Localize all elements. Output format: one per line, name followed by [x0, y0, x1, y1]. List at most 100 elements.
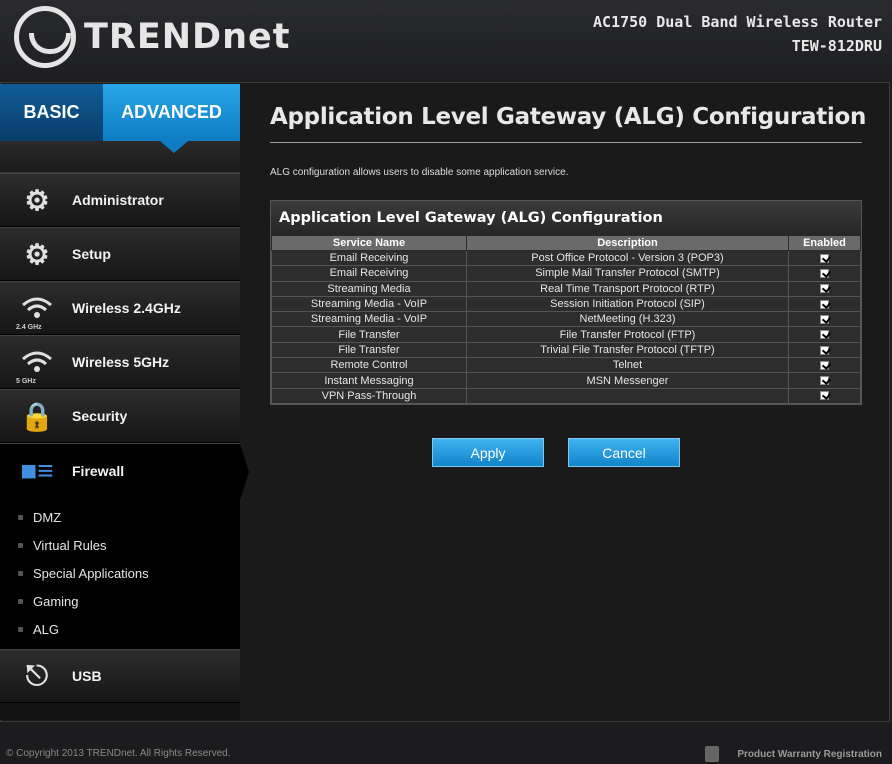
sidebar-item-usb[interactable]: ⎋ USB: [0, 649, 240, 703]
subnav-label: DMZ: [33, 509, 62, 525]
enabled-cell: [788, 280, 861, 297]
enabled-checkbox[interactable]: [820, 269, 829, 279]
table-row: Instant Messaging MSN Messenger: [271, 372, 861, 389]
description-cell: MSN Messenger: [466, 372, 789, 389]
firewall-subnav: DMZ Virtual Rules Special Applications G…: [0, 499, 240, 649]
sidebar-item-setup[interactable]: ⚙ Setup: [0, 227, 240, 281]
band-badge: 5 GHz: [16, 378, 36, 385]
sidebar-item-security[interactable]: 🔒 Security: [0, 389, 240, 443]
product-line: AC1750 Dual Band Wireless Router: [593, 13, 882, 31]
tab-advanced[interactable]: ADVANCED: [103, 84, 240, 153]
subnav-label: Gaming: [33, 593, 79, 609]
subnav-item-alg[interactable]: ALG: [0, 615, 240, 643]
enabled-checkbox[interactable]: [820, 376, 829, 386]
tab-basic[interactable]: BASIC: [0, 84, 103, 141]
bullet-icon: [18, 542, 23, 548]
enabled-checkbox[interactable]: [820, 391, 829, 401]
sidebar-item-wireless-5[interactable]: 5 GHz Wireless 5GHz: [0, 335, 240, 389]
subnav-item-virtual-rules[interactable]: Virtual Rules: [0, 531, 240, 559]
table-row: Email Receiving Simple Mail Transfer Prot…: [271, 265, 861, 282]
copyright-text: © Copyright 2013 TRENDnet. All Rights Re…: [6, 748, 231, 759]
brand-logo: TRENDnet: [14, 6, 290, 68]
enabled-checkbox[interactable]: [820, 314, 829, 324]
enabled-checkbox[interactable]: [820, 345, 829, 355]
table-row: Streaming Media - VoIP NetMeeting (H.323): [271, 311, 861, 328]
sidebar: BASIC ADVANCED ⚙ Administrator ⚙ Setup 2…: [0, 84, 249, 720]
sidebar-item-wireless-24[interactable]: 2.4 GHz Wireless 2.4GHz: [0, 281, 240, 335]
main-content: Application Level Gateway (ALG) Configur…: [258, 100, 878, 467]
administrator-icon: ⚙: [24, 184, 50, 216]
apply-button[interactable]: Apply: [432, 438, 544, 467]
band-badge: 2.4 GHz: [16, 324, 42, 331]
mode-tabs: BASIC ADVANCED: [0, 84, 240, 153]
sidebar-item-label: Firewall: [72, 463, 125, 479]
table-title: Application Level Gateway (ALG) Configur…: [271, 201, 861, 235]
enabled-checkbox[interactable]: [820, 330, 829, 340]
enabled-checkbox[interactable]: [820, 253, 829, 263]
trendnet-badge-icon: [705, 746, 720, 762]
sidebar-item-label: Security: [72, 408, 128, 424]
sidebar-item-label: USB: [72, 668, 102, 684]
sidebar-item-firewall[interactable]: ■≡ Firewall: [0, 443, 249, 500]
table-row: File Transfer File Transfer Protocol (FTP…: [271, 326, 861, 343]
sidebar-item-label: Setup: [72, 246, 111, 262]
usb-icon: ⎋: [25, 659, 49, 691]
action-buttons: Apply Cancel: [432, 438, 680, 467]
enabled-checkbox[interactable]: [820, 284, 829, 294]
enabled-cell: [788, 341, 861, 359]
enabled-cell: [788, 295, 861, 313]
table-row: VPN Pass-Through: [271, 387, 861, 404]
lock-key-icon: 🔒: [19, 400, 55, 432]
description-cell: Real Time Transport Protocol (RTP): [466, 280, 789, 297]
sidebar-item-label: Administrator: [72, 192, 164, 208]
service-name-cell: File Transfer: [271, 326, 467, 343]
sidebar-item-label: Wireless 2.4GHz: [72, 300, 181, 316]
sidebar-item-administrator[interactable]: ⚙ Administrator: [0, 173, 240, 227]
wifi-glyph: [22, 351, 52, 372]
warranty-link[interactable]: Product Warranty Registration: [705, 746, 882, 762]
enabled-cell: [788, 357, 861, 374]
description-cell: Telnet: [466, 357, 789, 374]
table-row: Streaming Media Real Time Transport Proto…: [271, 280, 861, 297]
subnav-label: ALG: [33, 621, 60, 637]
bullet-icon: [18, 598, 23, 604]
enabled-checkbox[interactable]: [820, 299, 829, 309]
enabled-checkbox[interactable]: [820, 360, 829, 370]
title-divider: [270, 142, 862, 143]
description-cell: Session Initiation Protocol (SIP): [466, 295, 789, 313]
enabled-cell: [788, 372, 861, 389]
service-name-cell: Streaming Media - VoIP: [271, 311, 467, 328]
product-info: AC1750 Dual Band Wireless Router TEW-812…: [593, 10, 882, 58]
table-row: File Transfer Trivial File Transfer Proto…: [271, 341, 861, 359]
service-name-cell: Streaming Media - VoIP: [271, 295, 467, 313]
enabled-cell: [788, 265, 861, 282]
bullet-icon: [18, 570, 23, 576]
description-cell: File Transfer Protocol (FTP): [466, 326, 789, 343]
model-number: TEW-812DRU: [791, 37, 882, 55]
enabled-cell: [788, 249, 861, 267]
description-cell: [466, 387, 789, 404]
subnav-label: Special Applications: [33, 565, 149, 581]
column-header-description: Description: [466, 235, 789, 251]
table-row: Remote Control Telnet: [271, 357, 861, 374]
subnav-item-special-applications[interactable]: Special Applications: [0, 559, 240, 587]
footer: © Copyright 2013 TRENDnet. All Rights Re…: [0, 738, 892, 764]
enabled-cell: [788, 387, 861, 404]
intro-text: ALG configuration allows users to disabl…: [270, 167, 569, 178]
description-cell: Trivial File Transfer Protocol (TFTP): [466, 341, 789, 359]
alg-table: Service Name Description Enabled Email R…: [271, 235, 861, 404]
service-name-cell: Email Receiving: [271, 265, 467, 282]
table-header-row: Service Name Description Enabled: [271, 235, 861, 251]
subnav-item-gaming[interactable]: Gaming: [0, 587, 240, 615]
tab-spacer: [0, 141, 240, 173]
enabled-cell: [788, 311, 861, 328]
cancel-button[interactable]: Cancel: [568, 438, 680, 467]
header: TRENDnet AC1750 Dual Band Wireless Route…: [0, 0, 892, 82]
subnav-label: Virtual Rules: [33, 537, 107, 553]
description-cell: Post Office Protocol - Version 3 (POP3): [466, 249, 789, 267]
alg-table-panel: Application Level Gateway (ALG) Configur…: [270, 200, 862, 405]
column-header-enabled: Enabled: [788, 235, 861, 251]
description-cell: Simple Mail Transfer Protocol (SMTP): [466, 265, 789, 282]
subnav-item-dmz[interactable]: DMZ: [0, 503, 240, 531]
trendnet-logo-icon: [14, 6, 76, 68]
